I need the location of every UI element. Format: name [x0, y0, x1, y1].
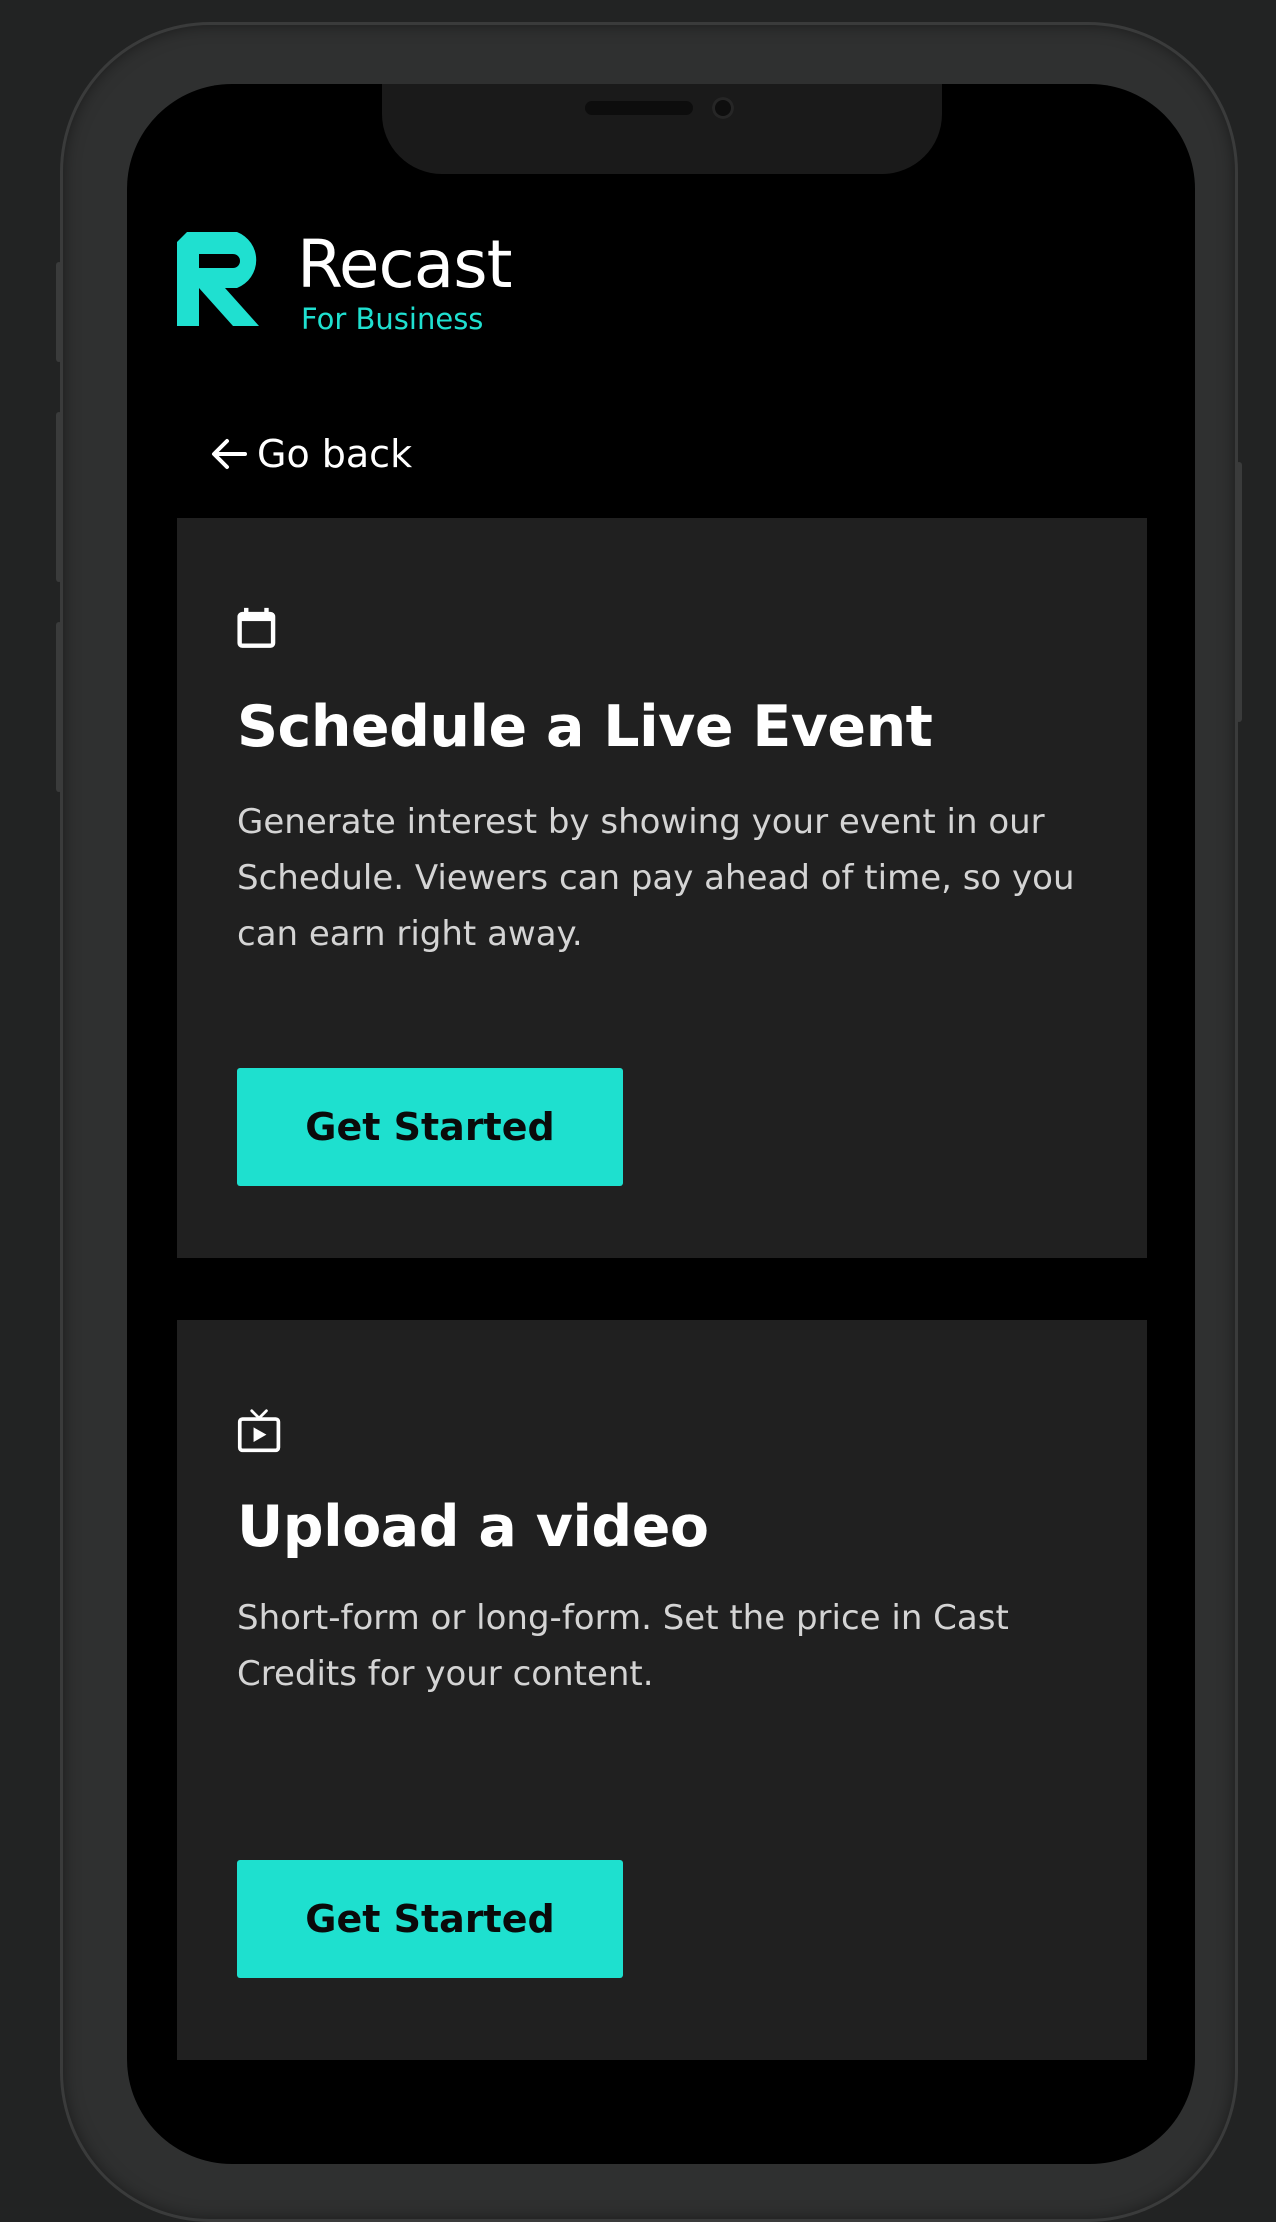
phone-screen: Recast For Business Go back Schedule a L…	[127, 84, 1195, 2164]
card-title: Upload a video	[237, 1494, 709, 1560]
arrow-left-icon	[212, 439, 247, 469]
phone-volume-up-button	[56, 412, 62, 582]
get-started-schedule-button[interactable]: Get Started	[237, 1068, 623, 1186]
phone-side-button	[56, 262, 62, 362]
front-camera	[712, 97, 734, 119]
card-schedule-live-event: Schedule a Live Event Generate interest …	[177, 518, 1147, 1258]
recast-logo-icon	[177, 232, 259, 326]
go-back-link[interactable]: Go back	[207, 432, 412, 476]
go-back-label: Go back	[257, 432, 413, 476]
phone-notch	[382, 84, 942, 174]
phone-volume-down-button	[56, 622, 62, 792]
brand-name: Recast	[297, 226, 512, 303]
tv-play-icon	[237, 1409, 281, 1453]
card-title: Schedule a Live Event	[237, 694, 933, 760]
calendar-icon	[237, 607, 276, 648]
card-description: Short-form or long-form. Set the price i…	[237, 1598, 1009, 1694]
speaker-grille	[585, 101, 693, 115]
get-started-upload-button[interactable]: Get Started	[237, 1860, 623, 1978]
card-description: Generate interest by showing your event …	[237, 802, 1075, 954]
brand-tagline: For Business	[301, 302, 484, 336]
card-upload-video: Upload a video Short-form or long-form. …	[177, 1320, 1147, 2060]
phone-power-button	[1236, 462, 1242, 722]
